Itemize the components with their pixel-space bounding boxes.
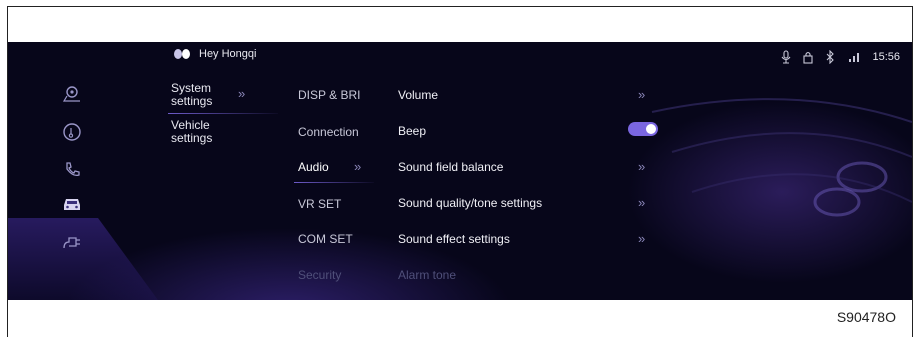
submenu-connection[interactable]: Connection [298,125,359,139]
signal-icon [849,53,860,62]
bluetooth-icon [827,50,835,64]
navigation-icon[interactable] [58,82,86,106]
submenu-audio[interactable]: Audio [298,160,329,174]
setting-sound-effect[interactable]: Sound effect settings [398,232,510,246]
music-icon[interactable] [58,120,86,144]
submenu-vr-set[interactable]: VR SET [298,197,341,211]
car-icon[interactable] [58,192,86,216]
chevron-right-icon[interactable]: » [638,159,645,174]
left-rail [8,42,158,300]
chevron-right-icon: » [354,159,361,174]
menu-vehicle-settings[interactable]: Vehicle settings [171,119,231,145]
lock-icon [803,51,814,64]
chevron-right-icon[interactable]: » [638,231,645,246]
setting-sound-field-balance[interactable]: Sound field balance [398,160,503,174]
voice-assistant-icon [174,49,190,59]
submenu-disp-bri[interactable]: DISP & BRI [298,88,360,102]
menu-system-settings[interactable]: System settings [171,82,231,108]
setting-alarm-tone[interactable]: Alarm tone [398,268,456,282]
chevron-right-icon[interactable]: » [638,87,645,102]
clock: 15:56 [872,51,900,63]
setting-sound-quality[interactable]: Sound quality/tone settings [398,196,542,210]
background-glow-right [532,42,912,300]
charging-icon[interactable] [58,230,86,254]
wake-word-label: Hey Hongqi [199,48,257,60]
voice-assistant[interactable]: Hey Hongqi [173,48,256,60]
submenu-com-set[interactable]: COM SET [298,232,353,246]
setting-volume[interactable]: Volume [398,88,438,102]
status-bar: 15:56 [780,50,900,64]
submenu-security[interactable]: Security [298,268,341,282]
decorative-rings [651,98,912,217]
toggle-knob [646,124,656,134]
phone-icon[interactable] [58,158,86,182]
figure-code: S90478O [836,309,896,325]
active-submenu-underline [294,182,374,183]
setting-beep[interactable]: Beep [398,124,426,138]
mic-icon [782,50,791,64]
active-category-underline [168,113,278,114]
chevron-right-icon: » [238,86,245,101]
beep-toggle[interactable] [628,122,658,136]
infotainment-screen: Hey Hongqi 15:56 System settings » Vehic… [8,42,912,300]
chevron-right-icon[interactable]: » [638,195,645,210]
